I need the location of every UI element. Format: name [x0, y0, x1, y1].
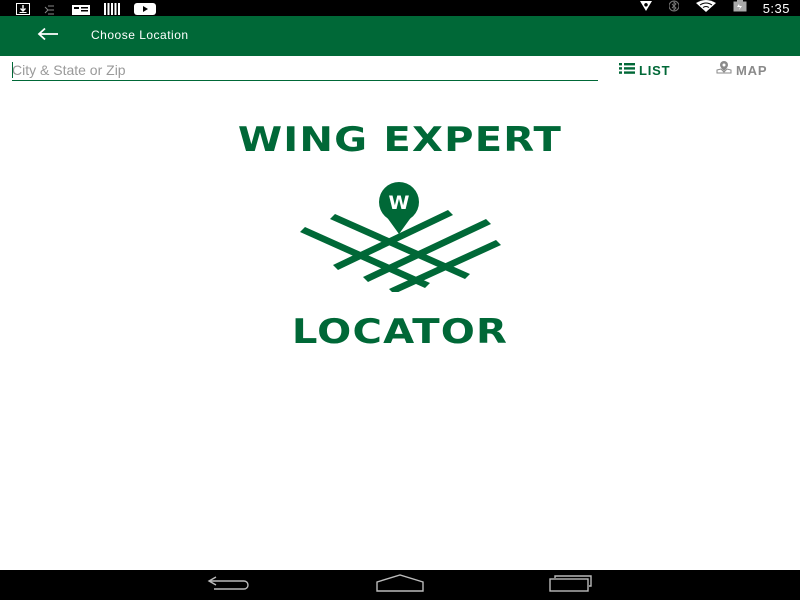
logo-title-line2: LOCATOR	[291, 312, 509, 352]
wing-expert-locator-logo: WING EXPERT W LOCATOR	[150, 110, 650, 360]
home-nav-icon	[375, 573, 425, 597]
nav-recents-button[interactable]	[546, 574, 596, 596]
recents-nav-icon	[547, 574, 595, 597]
status-bar: 5:35	[0, 0, 800, 16]
arrow-back-icon	[37, 27, 59, 46]
map-pin-icon	[716, 61, 732, 79]
bluetooth-icon	[668, 0, 680, 17]
logo-map-pin-icon: W	[298, 182, 502, 294]
text-cursor	[12, 62, 13, 78]
status-time: 5:35	[762, 0, 790, 16]
page-title: Choose Location	[91, 28, 189, 42]
back-button[interactable]	[30, 22, 66, 50]
battery-icon	[733, 0, 747, 17]
map-view-label: MAP	[736, 62, 768, 78]
map-view-button[interactable]: MAP	[716, 61, 768, 79]
nav-back-button[interactable]	[204, 574, 254, 596]
app-screen: 5:35 Choose Location City & State or Zip…	[0, 0, 800, 600]
logo-pin-letter: W	[389, 192, 410, 214]
nav-home-button[interactable]	[375, 573, 425, 597]
location-icon	[639, 0, 653, 17]
search-row: LIST MAP	[0, 56, 800, 88]
wifi-icon	[695, 0, 717, 17]
list-icon	[619, 61, 635, 79]
list-view-label: LIST	[639, 62, 671, 78]
location-search-input[interactable]	[12, 60, 598, 81]
logo-title-line1: WING EXPERT	[237, 120, 563, 160]
system-icons: 5:35	[639, 0, 790, 16]
back-nav-icon	[206, 575, 252, 596]
app-bar: Choose Location	[0, 16, 800, 56]
system-nav-bar	[0, 570, 800, 600]
list-view-button[interactable]: LIST	[619, 62, 670, 78]
